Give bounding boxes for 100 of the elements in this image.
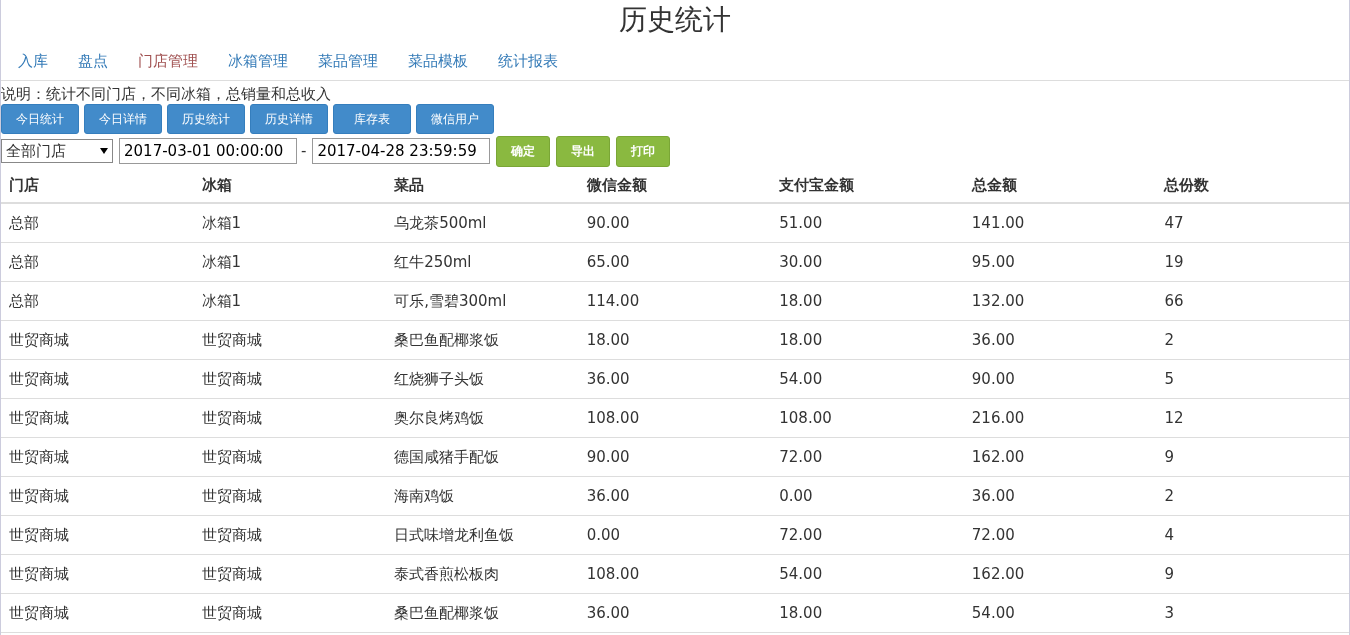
nav-link[interactable]: 统计报表 xyxy=(483,51,573,71)
table-cell: 世贸商城 xyxy=(193,320,387,360)
table-cell: 冰箱1 xyxy=(193,281,387,321)
table-cell: 世贸商城 xyxy=(1,398,194,438)
table-cell: 108.00 xyxy=(771,398,964,438)
table-cell: 总部 xyxy=(1,242,194,282)
table-cell: 泰式香煎松板肉 xyxy=(386,554,579,594)
table-cell: 9 xyxy=(1156,554,1349,594)
nav-link[interactable]: 菜品管理 xyxy=(303,51,393,71)
table-cell: 海南鸡饭 xyxy=(386,476,579,516)
table-cell: 0.00 xyxy=(771,476,964,516)
table-cell: 世贸商城 xyxy=(193,476,387,516)
table-cell: 54.00 xyxy=(963,593,1157,633)
table-cell: 总部 xyxy=(1,281,194,321)
caret-icon xyxy=(100,148,108,154)
table-cell: 18.00 xyxy=(771,320,964,360)
table-cell: 3 xyxy=(1156,593,1349,633)
table-cell: 2 xyxy=(1156,476,1349,516)
table-cell: 世贸商城 xyxy=(193,515,387,555)
table-cell: 18.00 xyxy=(578,320,772,360)
nav-link[interactable]: 菜品模板 xyxy=(393,51,483,71)
table-cell: 18.00 xyxy=(771,281,964,321)
table-cell: 47 xyxy=(1156,203,1349,243)
table-cell: 世贸商城 xyxy=(1,320,194,360)
table-cell: 51.00 xyxy=(771,203,964,243)
table-cell: 世贸商城 xyxy=(1,359,194,399)
table-cell: 132.00 xyxy=(963,281,1157,321)
table-cell: 红牛250ml xyxy=(386,242,579,282)
table-cell: 世贸商城 xyxy=(193,359,387,399)
table-cell: 乌龙茶500ml xyxy=(386,203,579,243)
table-cell: 216.00 xyxy=(963,398,1157,438)
table-cell: 90.00 xyxy=(963,359,1157,399)
column-header: 冰箱 xyxy=(193,168,387,203)
table-cell: 18.00 xyxy=(771,593,964,633)
table-cell: 66 xyxy=(1156,281,1349,321)
table-cell: 世贸商城 xyxy=(193,593,387,633)
table-cell: 世贸商城 xyxy=(1,554,194,594)
nav-link[interactable]: 盘点 xyxy=(63,51,123,71)
table-cell: 世贸商城 xyxy=(193,554,387,594)
table-cell: 141.00 xyxy=(963,203,1157,243)
column-header: 菜品 xyxy=(386,168,579,203)
table-cell: 冰箱1 xyxy=(193,242,387,282)
column-header: 门店 xyxy=(1,168,194,203)
table-cell: 德国咸猪手配饭 xyxy=(386,437,579,477)
nav-link[interactable]: 冰箱管理 xyxy=(213,51,303,71)
nav-link[interactable]: 门店管理 xyxy=(123,51,213,71)
description-text: 说明：统计不同门店，不同冰箱，总销量和总收入 xyxy=(1,84,332,104)
end-date-field[interactable]: 2017-04-28 23:59:59 xyxy=(312,138,491,164)
table-cell: 90.00 xyxy=(578,203,772,243)
table-cell: 0.00 xyxy=(578,515,772,555)
table-cell: 12 xyxy=(1156,398,1349,438)
nav-link[interactable]: 入库 xyxy=(3,51,63,71)
table-cell: 桑巴鱼配椰浆饭 xyxy=(386,593,579,633)
table-cell: 95.00 xyxy=(963,242,1157,282)
table-cell: 世贸商城 xyxy=(193,398,387,438)
table-cell: 2 xyxy=(1156,320,1349,360)
table-cell: 162.00 xyxy=(963,437,1157,477)
start-date-field[interactable]: 2017-03-01 00:00:00 xyxy=(119,138,297,164)
table-cell: 总部 xyxy=(1,203,194,243)
table-cell: 5 xyxy=(1156,359,1349,399)
page-title: 历史统计 xyxy=(618,2,732,38)
table-cell: 世贸商城 xyxy=(1,593,194,633)
table-cell: 可乐,雪碧300ml xyxy=(386,281,579,321)
table-cell: 162.00 xyxy=(963,554,1157,594)
table-cell: 36.00 xyxy=(578,359,772,399)
table-cell: 19 xyxy=(1156,242,1349,282)
column-header: 微信金额 xyxy=(578,168,772,203)
table-cell: 90.00 xyxy=(578,437,772,477)
table-cell: 114.00 xyxy=(578,281,772,321)
table-cell: 36.00 xyxy=(963,476,1157,516)
report-button[interactable]: 今日统计 xyxy=(1,104,79,134)
table-cell: 日式味增龙利鱼饭 xyxy=(386,515,579,555)
column-header: 总份数 xyxy=(1156,168,1349,203)
table-cell: 世贸商城 xyxy=(193,437,387,477)
table-cell: 108.00 xyxy=(578,554,772,594)
table-cell: 红烧狮子头饭 xyxy=(386,359,579,399)
table-cell: 桑巴鱼配椰浆饭 xyxy=(386,320,579,360)
table-cell: 72.00 xyxy=(963,515,1157,555)
table-cell: 36.00 xyxy=(963,320,1157,360)
report-button[interactable]: 历史统计 xyxy=(167,104,245,134)
table-cell: 世贸商城 xyxy=(1,476,194,516)
table-cell: 世贸商城 xyxy=(1,437,194,477)
column-header: 支付宝金额 xyxy=(771,168,964,203)
report-button[interactable]: 库存表 xyxy=(333,104,411,134)
table-cell: 72.00 xyxy=(771,437,964,477)
column-header: 总金额 xyxy=(963,168,1157,203)
report-button[interactable]: 今日详情 xyxy=(84,104,162,134)
table-cell: 36.00 xyxy=(578,593,772,633)
table-cell: 36.00 xyxy=(578,476,772,516)
report-button[interactable]: 历史详情 xyxy=(250,104,328,134)
report-button[interactable]: 微信用户 xyxy=(416,104,494,134)
table-cell: 54.00 xyxy=(771,554,964,594)
table-cell: 72.00 xyxy=(771,515,964,555)
store-select[interactable]: 全部门店 xyxy=(1,139,113,163)
table-cell: 108.00 xyxy=(578,398,772,438)
table-cell: 冰箱1 xyxy=(193,203,387,243)
separator-text: - xyxy=(301,142,307,160)
table-cell: 世贸商城 xyxy=(1,515,194,555)
table-cell: 奥尔良烤鸡饭 xyxy=(386,398,579,438)
table-cell: 4 xyxy=(1156,515,1349,555)
